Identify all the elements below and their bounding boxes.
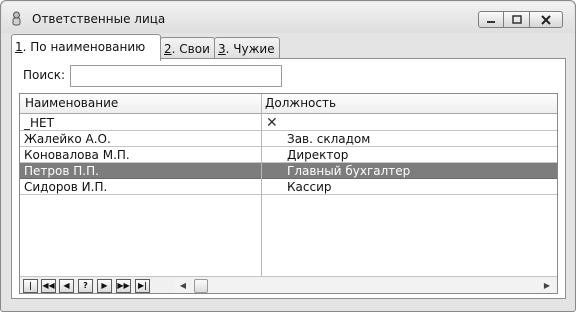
tab-label: . Чужие — [225, 42, 275, 56]
scroll-left-icon[interactable]: ◀ — [176, 278, 190, 293]
close-icon — [541, 14, 551, 25]
column-header-name[interactable]: Наименование — [25, 96, 118, 110]
grid-header: Наименование Должность — [20, 94, 557, 114]
scroll-thumb[interactable] — [194, 279, 208, 293]
maximize-button[interactable] — [504, 11, 530, 28]
tab-accelerator: 2 — [164, 42, 172, 56]
minimize-button[interactable] — [478, 11, 504, 28]
close-button[interactable] — [530, 11, 563, 28]
data-grid[interactable]: Наименование Должность _НЕТ ✕ Жалейко А.… — [19, 93, 558, 294]
table-row[interactable]: _НЕТ ✕ — [20, 115, 557, 131]
tab-by-name[interactable]: 1. По наименованию — [11, 34, 161, 61]
help-button[interactable]: ? — [78, 279, 93, 293]
search-label: Поиск: — [23, 68, 66, 82]
table-row-selected[interactable]: Петров П.П. Главный бухгалтер — [20, 163, 557, 179]
cell-name: Петров П.П. — [24, 164, 99, 178]
next-page-button[interactable]: ▶▶ — [116, 279, 131, 293]
prev-page-button[interactable]: ◀◀ — [41, 279, 56, 293]
search-input[interactable] — [70, 65, 282, 87]
prev-record-button[interactable]: ◀ — [59, 279, 74, 293]
window: Ответственные лица 1. По наименованию 2.… — [0, 0, 576, 312]
close-x-icon: ✕ — [266, 115, 278, 131]
last-record-button[interactable]: ▶| — [135, 279, 150, 293]
app-icon — [12, 11, 21, 26]
maximize-icon — [511, 15, 522, 24]
grid-navigation-bar: |◀◀ ◀◀ ◀ ? ▶ ▶▶ ▶| ◀ ▶ — [20, 276, 557, 293]
cell-position: Зав. складом — [287, 132, 371, 146]
tab-label: . Свои — [171, 42, 210, 56]
cell-position: Кассир — [287, 180, 332, 194]
cell-name: Жалейко А.О. — [24, 132, 111, 146]
cell-position: Директор — [287, 148, 349, 162]
minimize-icon — [487, 20, 495, 23]
scroll-right-icon[interactable]: ▶ — [540, 278, 554, 293]
cell-name: _НЕТ — [24, 116, 54, 130]
cell-name: Сидоров И.П. — [24, 180, 108, 194]
table-row[interactable]: Коновалова М.П. Директор — [20, 147, 557, 163]
column-divider — [261, 94, 262, 276]
first-record-button[interactable]: |◀◀ — [23, 279, 38, 293]
table-row[interactable]: Сидоров И.П. Кассир — [20, 179, 557, 195]
tab-accelerator: 1 — [15, 40, 23, 54]
table-row[interactable]: Жалейко А.О. Зав. складом — [20, 131, 557, 147]
title-bar[interactable]: Ответственные лица — [2, 2, 574, 33]
cell-name: Коновалова М.П. — [24, 148, 130, 162]
tab-accelerator: 3 — [218, 42, 226, 56]
horizontal-scrollbar[interactable]: ◀ ▶ — [174, 278, 556, 293]
column-header-position[interactable]: Должность — [265, 96, 336, 110]
window-title: Ответственные лица — [32, 12, 166, 26]
tab-label: . По наименованию — [22, 40, 146, 54]
cell-position: Главный бухгалтер — [287, 164, 411, 178]
next-record-button[interactable]: ▶ — [97, 279, 112, 293]
